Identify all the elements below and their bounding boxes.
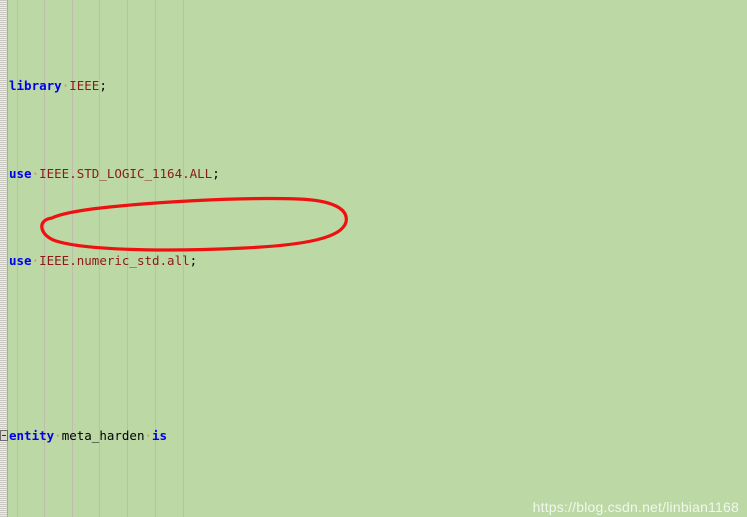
token-library: IEEE.numeric_std.all [39,253,190,268]
code-content[interactable]: library·IEEE; use·IEEE.STD_LOGIC_1164.AL… [0,7,747,517]
code-line[interactable]: library·IEEE; [0,77,747,95]
token-keyword: is [152,428,168,443]
token-keyword: entity [9,428,55,443]
code-line[interactable] [0,340,747,358]
code-editor-viewport[interactable]: library·IEEE; use·IEEE.STD_LOGIC_1164.AL… [0,0,747,517]
token-keyword: use [9,165,32,181]
token-punct: ; [99,78,107,93]
code-line[interactable]: use·IEEE.numeric_std.all; [0,252,747,270]
whitespace-dot: · [144,428,153,443]
token-library: IEEE.STD_LOGIC_1164.ALL [39,165,213,181]
code-line[interactable]: use·IEEE.STD_LOGIC_1164.ALL; [0,165,747,183]
token-library: IEEE [69,78,100,93]
fold-marker[interactable] [0,430,8,441]
token-punct: ; [189,253,198,268]
whitespace-dot: · [54,428,62,443]
whitespace-dot: · [31,165,40,181]
token-keyword: use [9,253,32,268]
token-identifier: meta_harden [61,428,145,443]
token-punct: ; [212,165,220,181]
whitespace-dot: · [31,253,40,268]
token-keyword: library [9,78,62,93]
code-line[interactable]: entity·meta_harden·is [0,427,747,445]
watermark-text: https://blog.csdn.net/linbian1168 [532,499,739,515]
